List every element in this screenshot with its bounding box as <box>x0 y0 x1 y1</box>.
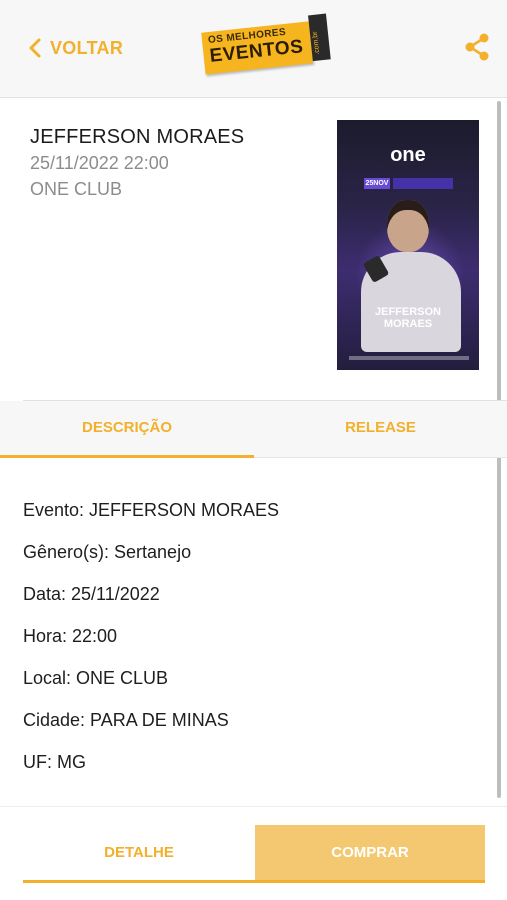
bottom-separator <box>0 806 507 807</box>
back-button[interactable]: VOLTAR <box>28 34 123 62</box>
chevron-left-icon <box>29 38 41 58</box>
share-button[interactable] <box>462 32 492 62</box>
poster-sale-banner <box>393 178 453 189</box>
brand-logo: OS MELHORES EVENTOS .com.br <box>201 13 332 79</box>
active-tab-indicator <box>0 455 254 458</box>
event-venue: ONE CLUB <box>30 179 123 199</box>
tab-release[interactable]: RELEASE <box>254 401 507 458</box>
poster-brand: one <box>390 144 426 166</box>
detail-uf: UF: MG <box>23 752 86 772</box>
back-label: VOLTAR <box>50 37 124 58</box>
poster-artist-name: JEFFERSON MORAES <box>337 306 479 330</box>
detail-cidade: Cidade: PARA DE MINAS <box>23 710 229 730</box>
poster-artist-line-2: MORAES <box>383 318 433 330</box>
poster-address-strip <box>349 356 469 360</box>
event-poster[interactable]: one 25NOV JEFFERSON MORAES <box>337 120 479 370</box>
tab-descricao[interactable]: DESCRIÇÃO <box>0 401 254 458</box>
share-icon <box>465 33 489 61</box>
detail-hora: Hora: 22:00 <box>23 626 118 646</box>
top-bar: VOLTAR OS MELHORES EVENTOS .com.br <box>0 0 507 98</box>
poster-date-badge: 25NOV <box>364 178 390 189</box>
event-summary: JEFFERSON MORAES 25/11/2022 22:00 ONE CL… <box>30 124 320 202</box>
bottom-accent-line <box>23 880 485 883</box>
comprar-button[interactable]: COMPRAR <box>255 825 485 881</box>
tab-bar: DESCRIÇÃO RELEASE <box>0 401 507 458</box>
detail-local: Local: ONE CLUB <box>23 668 169 688</box>
detalhe-button[interactable]: DETALHE <box>23 825 255 881</box>
poster-singer-head <box>387 200 429 252</box>
detail-data: Data: 25/11/2022 <box>23 584 160 604</box>
poster-artist-line-1: JEFFERSON <box>374 306 441 318</box>
detail-evento: Evento: JEFFERSON MORAES <box>23 500 280 520</box>
event-datetime: 25/11/2022 22:00 <box>30 153 169 173</box>
detail-genero: Gênero(s): Sertanejo <box>23 542 192 562</box>
event-title: JEFFERSON MORAES <box>30 126 245 148</box>
event-details: Evento: JEFFERSON MORAES Gênero(s): Sert… <box>23 498 483 792</box>
